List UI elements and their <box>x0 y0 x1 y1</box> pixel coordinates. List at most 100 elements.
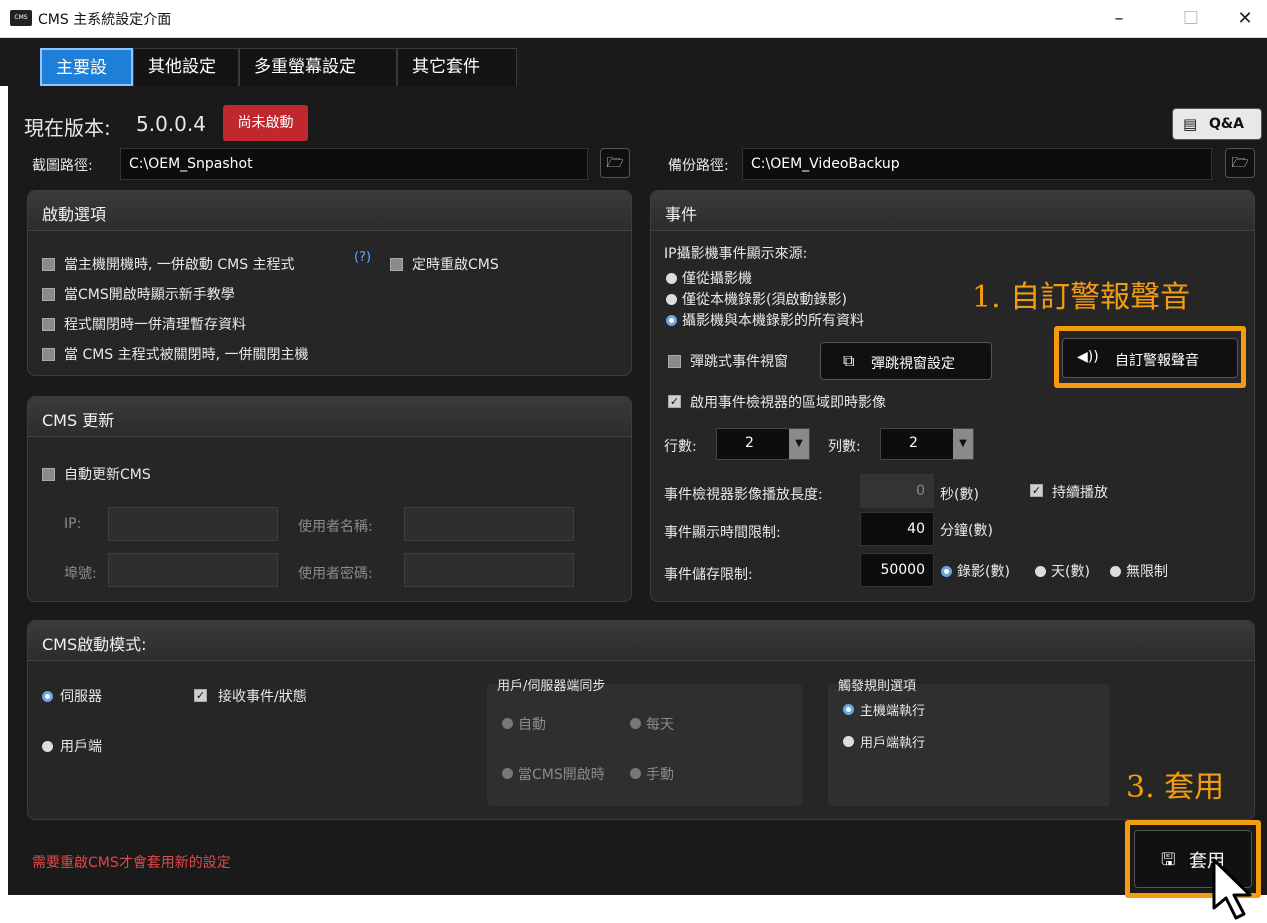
playback-length-input[interactable]: 0 <box>860 474 934 508</box>
tutorial-checkbox[interactable] <box>42 288 55 301</box>
cols-value: 2 <box>909 435 918 451</box>
client-mode-radio[interactable] <box>42 741 53 752</box>
storage-days-radio[interactable] <box>1035 566 1046 577</box>
scheduled-restart-checkbox[interactable] <box>390 258 403 271</box>
trigger-client-radio[interactable] <box>843 736 854 747</box>
sync-manual-label: 手動 <box>646 767 674 783</box>
ip-input[interactable] <box>108 507 278 541</box>
backup-browse-button[interactable]: 🗁 <box>1225 148 1255 178</box>
snapshot-path-input[interactable]: C:\OEM_Snpashot <box>120 148 588 180</box>
username-input[interactable] <box>404 507 574 541</box>
scheduled-restart-label: 定時重啟CMS <box>412 257 499 273</box>
rows-select[interactable]: 2 ▼ <box>716 428 810 460</box>
port-input[interactable] <box>108 553 278 587</box>
password-input[interactable] <box>404 553 574 587</box>
trigger-client-label: 用戶端執行 <box>860 736 926 751</box>
cleanup-label: 程式關閉時一併清理暫存資料 <box>64 317 246 333</box>
cols-label: 列數: <box>828 439 861 455</box>
trigger-server-label: 主機端執行 <box>860 704 926 719</box>
help-icon[interactable]: (?) <box>354 250 371 265</box>
chevron-down-icon: ▼ <box>789 429 809 459</box>
sync-auto-label: 自動 <box>518 717 546 733</box>
tab-main-settings[interactable]: 主要設定 <box>40 48 133 114</box>
cleanup-checkbox[interactable] <box>42 318 55 331</box>
chevron-down-icon: ▼ <box>953 429 973 459</box>
panel-header: CMS啟動模式: <box>28 621 1254 661</box>
port-label: 埠號: <box>64 566 97 582</box>
continuous-play-checkbox[interactable]: ✓ <box>1030 484 1043 497</box>
source-local-only-radio[interactable] <box>666 294 677 305</box>
trigger-server-radio[interactable] <box>843 704 854 715</box>
storage-unlimited-label: 無限制 <box>1126 564 1168 580</box>
sync-manual-radio[interactable] <box>630 768 641 779</box>
annotation-highlight-alarm <box>1054 326 1246 388</box>
playback-unit-label: 秒(數) <box>940 487 979 503</box>
mouse-cursor-icon <box>1212 858 1252 920</box>
folder-icon: 🗁 <box>1231 155 1249 171</box>
qa-button[interactable]: ▤ Q&A <box>1172 108 1262 140</box>
restart-notice: 需要重啟CMS才會套用新的設定 <box>32 855 231 871</box>
cols-select[interactable]: 2 ▼ <box>880 428 974 460</box>
storage-limit-input[interactable]: 50000 <box>860 553 934 587</box>
popup-window-label: 彈跳式事件視窗 <box>690 354 788 370</box>
display-limit-input[interactable]: 40 <box>860 512 934 546</box>
event-source-label: IP攝影機事件顯示來源: <box>664 246 808 262</box>
password-label: 使用者密碼: <box>298 566 373 582</box>
source-all-label: 攝影機與本機錄影的所有資料 <box>682 313 864 329</box>
trigger-title: 觸發規則選項 <box>838 679 917 694</box>
receive-events-checkbox[interactable]: ✓ <box>194 689 207 702</box>
sync-daily-label: 每天 <box>646 717 674 733</box>
maximize-button[interactable]: ☐ <box>1171 6 1211 32</box>
panel-header: 事件 <box>651 191 1254 231</box>
autostart-checkbox[interactable] <box>42 258 55 271</box>
backup-path-label: 備份路徑: <box>668 158 729 174</box>
source-camera-only-radio[interactable] <box>666 273 677 284</box>
snapshot-browse-button[interactable]: 🗁 <box>600 148 630 178</box>
auto-update-checkbox[interactable] <box>42 468 55 481</box>
popup-settings-button[interactable]: ⧉ 彈跳視窗設定 <box>820 342 992 380</box>
version-label: 現在版本: <box>24 116 111 140</box>
cms-app-icon: CMS <box>10 10 32 26</box>
rows-value: 2 <box>745 435 754 451</box>
panel-title: 啟動選項 <box>42 205 107 224</box>
sync-on-open-radio[interactable] <box>502 768 513 779</box>
storage-limit-label: 事件儲存限制: <box>664 567 753 583</box>
panel-title: CMS啟動模式: <box>42 635 147 654</box>
tab-multi-screen[interactable]: 多重螢幕設定 <box>239 48 397 86</box>
auto-update-label: 自動更新CMS <box>64 467 151 483</box>
source-camera-only-label: 僅從攝影機 <box>682 271 752 287</box>
minimize-button[interactable]: – <box>1099 6 1139 32</box>
autostart-label: 當主機開機時, 一併啟動 CMS 主程式 <box>64 257 295 273</box>
sync-auto-radio[interactable] <box>502 718 513 729</box>
panel-header: 啟動選項 <box>28 191 631 231</box>
storage-records-radio[interactable] <box>941 566 952 577</box>
source-all-radio[interactable] <box>666 315 677 326</box>
shutdown-checkbox[interactable] <box>42 348 55 361</box>
sync-group <box>487 684 802 806</box>
display-limit-label: 事件顯示時間限制: <box>664 525 781 541</box>
title-bar: CMS CMS 主系統設定介面 – ☐ ✕ <box>0 0 1267 38</box>
continuous-play-label: 持續播放 <box>1052 485 1108 501</box>
sync-daily-radio[interactable] <box>630 718 641 729</box>
panel-title: 事件 <box>665 205 698 224</box>
server-mode-label: 伺服器 <box>60 689 102 705</box>
sync-title: 用戶/伺服器端同步 <box>497 679 606 694</box>
username-label: 使用者名稱: <box>298 519 373 535</box>
window-title: CMS 主系統設定介面 <box>38 12 172 28</box>
version-number: 5.0.0.4 <box>136 112 206 136</box>
source-local-only-label: 僅從本機錄影(須啟動錄影) <box>682 292 847 308</box>
folder-icon: 🗁 <box>606 155 624 171</box>
tab-plugins[interactable]: 其它套件 <box>397 48 517 86</box>
popup-window-checkbox[interactable] <box>668 355 681 368</box>
backup-path-input[interactable]: C:\OEM_VideoBackup <box>742 148 1212 180</box>
enable-live-view-checkbox[interactable]: ✓ <box>668 395 681 408</box>
close-button[interactable]: ✕ <box>1225 6 1265 32</box>
storage-unlimited-radio[interactable] <box>1110 566 1121 577</box>
tab-other-settings[interactable]: 其他設定 <box>133 48 239 86</box>
enable-live-view-label: 啟用事件檢視器的區域即時影像 <box>690 395 886 411</box>
sync-on-open-label: 當CMS開啟時 <box>518 767 605 783</box>
document-icon: ▤ <box>1183 115 1198 133</box>
shutdown-label: 當 CMS 主程式被關閉時, 一併關閉主機 <box>64 347 309 363</box>
server-mode-radio[interactable] <box>42 691 53 702</box>
storage-records-label: 錄影(數) <box>957 564 1010 580</box>
